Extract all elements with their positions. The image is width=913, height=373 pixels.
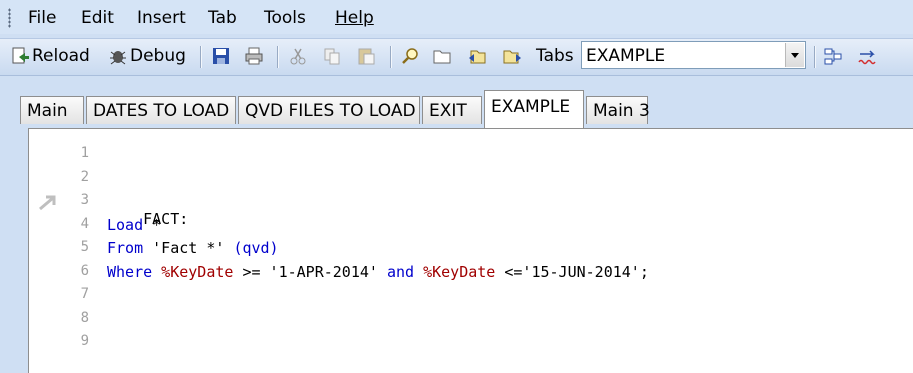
line-number: 3 [80,192,89,208]
chevron-down-icon[interactable] [785,43,804,67]
tab-left-arrow-icon [467,46,487,66]
line-number: 9 [80,333,89,349]
reload-icon [10,46,30,66]
keyword-and: and [386,263,415,281]
paste-button[interactable] [356,44,376,68]
tab-dates-to-load[interactable]: DATES TO LOAD [86,96,236,124]
menu-edit[interactable]: Edit [81,8,114,28]
code-text: <='15-JUN-2014'; [495,263,649,281]
code-string: 'Fact *' [143,239,234,257]
tab-qvd-files-to-load[interactable]: QVD FILES TO LOAD [238,96,420,124]
table-viewer-icon [823,46,843,66]
demote-tab-button[interactable] [502,44,522,68]
paste-icon [356,46,376,66]
code-text: * [143,216,162,234]
reload-button[interactable]: Reload [10,44,90,68]
print-button[interactable] [244,44,264,68]
magnifier-icon [400,46,420,66]
keyword-load: Load [107,216,144,234]
variable-keydate: %KeyDate [414,263,496,281]
keyword-where: Where [107,263,153,281]
line-number: 8 [80,310,89,326]
tab-example[interactable]: EXAMPLE [484,90,584,128]
tab-exit[interactable]: EXIT [422,96,482,124]
reload-label: Reload [32,46,90,66]
syntax-check-icon [857,46,877,66]
tabs-dropdown[interactable]: EXAMPLE [581,41,806,69]
script-editor[interactable]: 1 2 3 4 5 6 7 8 9 FACT: Load * From 'Fac… [28,128,913,373]
tab-main[interactable]: Main [20,96,84,124]
printer-icon [244,46,264,66]
bug-icon [108,46,128,66]
line-number: 2 [80,169,89,185]
new-tab-button[interactable] [432,44,452,68]
menu-insert[interactable]: Insert [137,8,186,28]
tab-right-arrow-icon [502,46,522,66]
variable-keydate: %KeyDate [152,263,234,281]
line-number: 7 [80,286,89,302]
line-number: 6 [80,263,89,279]
promote-tab-button[interactable] [467,44,487,68]
tab-main-3[interactable]: Main 3 [586,96,650,124]
menu-help[interactable]: Help [335,8,374,28]
line-number: 4 [80,216,89,232]
cut-button[interactable] [288,44,308,68]
code-line-4: Load * [107,216,161,234]
tabs-dropdown-value: EXAMPLE [586,46,666,66]
line-number: 5 [80,239,89,255]
menu-bar: File Edit Insert Tab Tools Help [0,0,913,34]
copy-icon [322,46,342,66]
tabs-label: Tabs [536,46,574,66]
tab-strip: Main DATES TO LOAD QVD FILES TO LOAD EXI… [0,76,913,128]
code-line-6: Where %KeyDate >= '1-APR-2014' and %KeyD… [107,263,649,281]
copy-button[interactable] [322,44,342,68]
keyword-qvd: (qvd) [233,239,279,257]
new-tab-icon [432,46,452,66]
menu-tab[interactable]: Tab [208,8,237,28]
table-viewer-button[interactable] [823,44,843,68]
code-text: >= '1-APR-2014' [233,263,387,281]
menu-file[interactable]: File [28,8,56,28]
code-line-5: From 'Fact *' (qvd) [107,239,279,257]
menu-grip-handle[interactable] [8,8,11,28]
line-number: 1 [80,145,89,161]
find-button[interactable] [400,44,420,68]
menu-tools[interactable]: Tools [264,8,306,28]
debug-button[interactable]: Debug [108,44,186,68]
scissors-icon [288,46,308,66]
save-button[interactable] [211,44,231,68]
syntax-check-button[interactable] [857,44,877,68]
keyword-from: From [107,239,144,257]
save-icon [211,46,231,66]
debug-label: Debug [130,46,186,66]
